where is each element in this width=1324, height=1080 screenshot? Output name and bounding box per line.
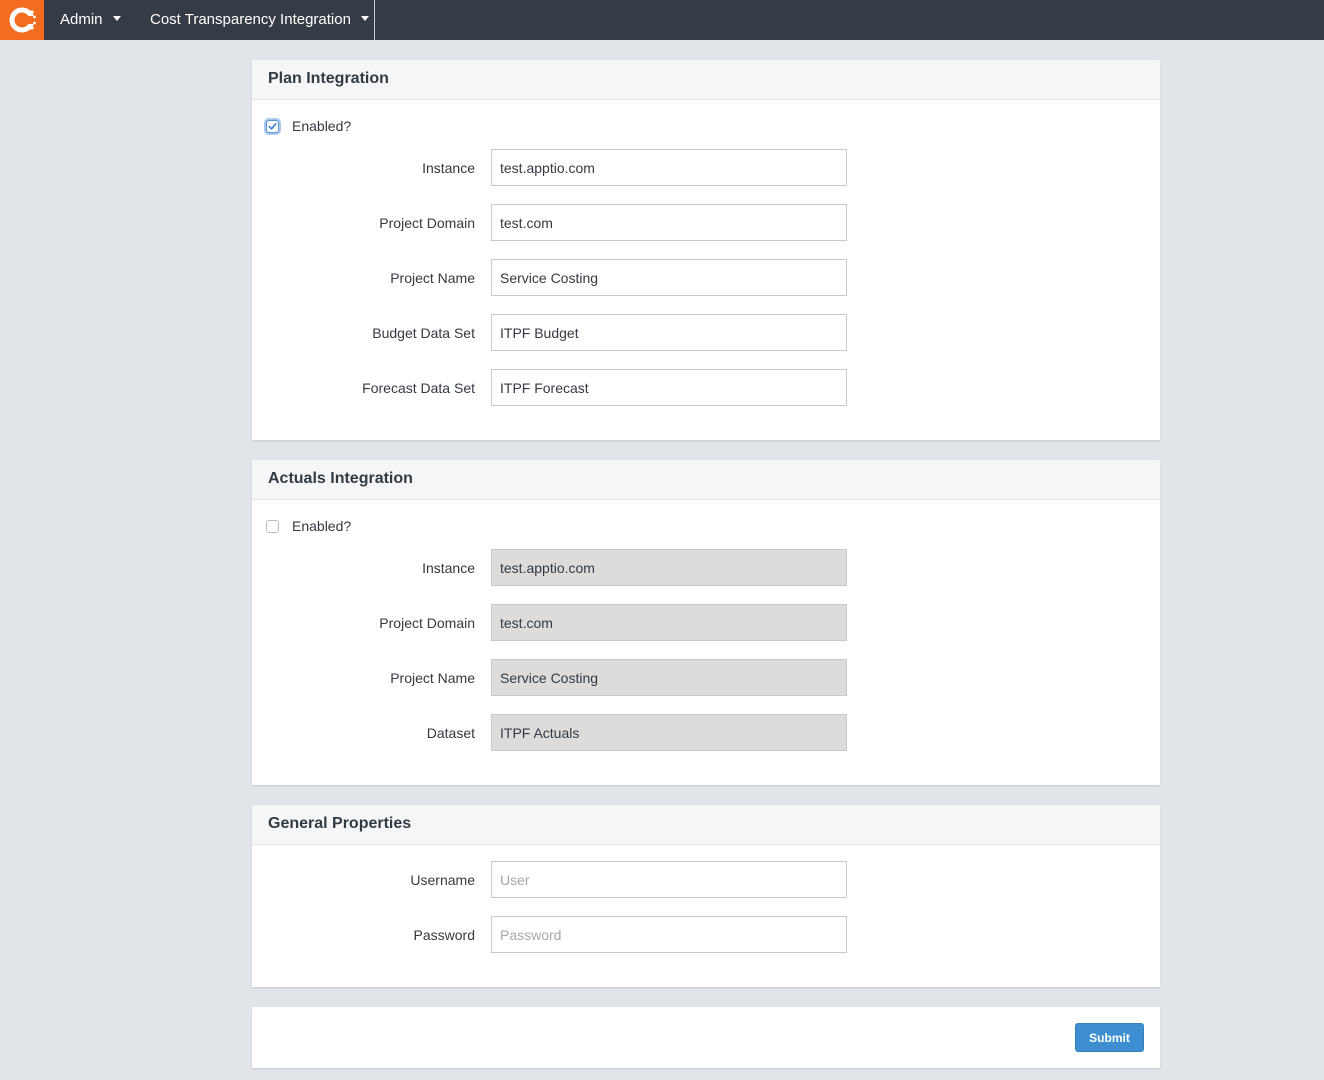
admin-menu-label: Admin bbox=[60, 11, 103, 28]
plan-instance-label: Instance bbox=[422, 160, 475, 176]
chevron-down-icon bbox=[360, 15, 369, 21]
submit-button[interactable]: Submit bbox=[1075, 1023, 1144, 1052]
plan-enabled-checkbox[interactable] bbox=[266, 120, 279, 133]
plan-forecast-data-set-label: Forecast Data Set bbox=[362, 380, 475, 396]
general-properties-title: General Properties bbox=[268, 815, 412, 832]
password-input[interactable] bbox=[491, 916, 847, 953]
actuals-instance-label: Instance bbox=[422, 560, 475, 576]
username-label: Username bbox=[410, 872, 475, 888]
checkmark-icon bbox=[268, 123, 277, 130]
actuals-integration-panel: Actuals Integration Enabled? Instance Pr… bbox=[252, 460, 1160, 785]
plan-project-domain-label: Project Domain bbox=[379, 215, 475, 231]
admin-menu[interactable]: Admin bbox=[60, 0, 121, 40]
actuals-project-name-label: Project Name bbox=[390, 670, 475, 686]
logo-icon bbox=[9, 7, 36, 33]
actuals-project-domain-label: Project Domain bbox=[379, 615, 475, 631]
plan-integration-panel: Plan Integration Enabled? Instance Proje… bbox=[252, 60, 1160, 440]
general-properties-panel: General Properties Username Password bbox=[252, 805, 1160, 987]
plan-forecast-data-set-input[interactable] bbox=[491, 369, 847, 406]
top-nav-bar: Admin Cost Transparency Integration bbox=[0, 0, 1324, 40]
actuals-project-name-input bbox=[491, 659, 847, 696]
cost-transparency-integration-menu[interactable]: Cost Transparency Integration bbox=[150, 0, 369, 40]
actuals-enabled-checkbox[interactable] bbox=[266, 520, 279, 533]
panel-header: Plan Integration bbox=[252, 60, 1160, 100]
panel-header: Actuals Integration bbox=[252, 460, 1160, 500]
plan-project-name-input[interactable] bbox=[491, 259, 847, 296]
actuals-dataset-input bbox=[491, 714, 847, 751]
plan-project-name-label: Project Name bbox=[390, 270, 475, 286]
actuals-instance-input bbox=[491, 549, 847, 586]
plan-instance-input[interactable] bbox=[491, 149, 847, 186]
integration-menu-label: Cost Transparency Integration bbox=[150, 11, 351, 28]
panel-header: General Properties bbox=[252, 805, 1160, 845]
chevron-down-icon bbox=[112, 15, 121, 21]
actuals-project-domain-input bbox=[491, 604, 847, 641]
plan-project-domain-input[interactable] bbox=[491, 204, 847, 241]
plan-enabled-label: Enabled? bbox=[292, 118, 352, 134]
plan-budget-data-set-input[interactable] bbox=[491, 314, 847, 351]
plan-integration-title: Plan Integration bbox=[268, 70, 389, 87]
actuals-dataset-label: Dataset bbox=[426, 725, 475, 741]
plan-budget-data-set-label: Budget Data Set bbox=[372, 325, 475, 341]
form-actions-panel: Submit bbox=[252, 1007, 1160, 1068]
apptio-logo[interactable] bbox=[0, 0, 44, 40]
password-label: Password bbox=[413, 927, 475, 943]
nav-divider bbox=[374, 0, 375, 40]
actuals-integration-title: Actuals Integration bbox=[268, 470, 413, 487]
username-input[interactable] bbox=[491, 861, 847, 898]
actuals-enabled-label: Enabled? bbox=[292, 518, 352, 534]
